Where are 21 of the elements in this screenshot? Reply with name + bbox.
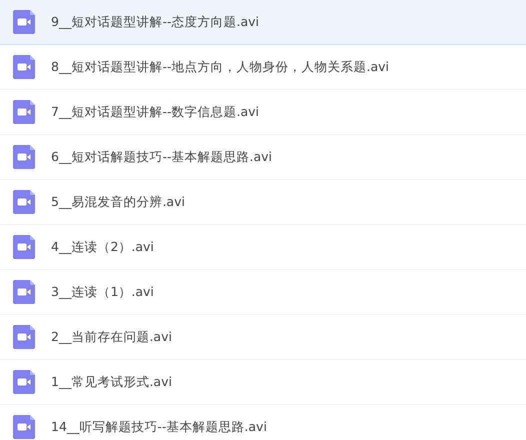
- video-file-icon: [13, 280, 35, 304]
- file-name: 2__当前存在问题.avi: [51, 328, 172, 346]
- file-name: 7__短对话题型讲解--数字信息题.avi: [51, 102, 259, 121]
- file-name: 3__连读（1）.avi: [51, 282, 154, 301]
- file-name: 6__短对话解题技巧--基本解题思路.avi: [51, 148, 272, 166]
- video-file-icon: [13, 415, 35, 439]
- file-name: 1__常见考试形式.avi: [51, 372, 172, 391]
- file-name: 5__易混发音的分辨.avi: [51, 192, 185, 211]
- video-file-icon: [13, 55, 35, 79]
- file-name: 14__听写解题技巧--基本解题思路.avi: [51, 418, 267, 436]
- file-name: 9__短对话题型讲解--态度方向题.avi: [51, 12, 259, 31]
- file-name: 8__短对话题型讲解--地点方向，人物身份，人物关系题.avi: [51, 58, 389, 76]
- file-row[interactable]: 9__短对话题型讲解--态度方向题.avi: [0, 0, 526, 45]
- file-name: 4__连读（2）.avi: [51, 238, 154, 256]
- video-file-icon: [13, 100, 35, 124]
- video-file-icon: [13, 370, 35, 394]
- video-file-icon: [13, 145, 35, 169]
- video-file-icon: [13, 10, 35, 34]
- video-file-icon: [13, 325, 35, 349]
- video-file-icon: [13, 190, 35, 214]
- video-file-icon: [13, 235, 35, 259]
